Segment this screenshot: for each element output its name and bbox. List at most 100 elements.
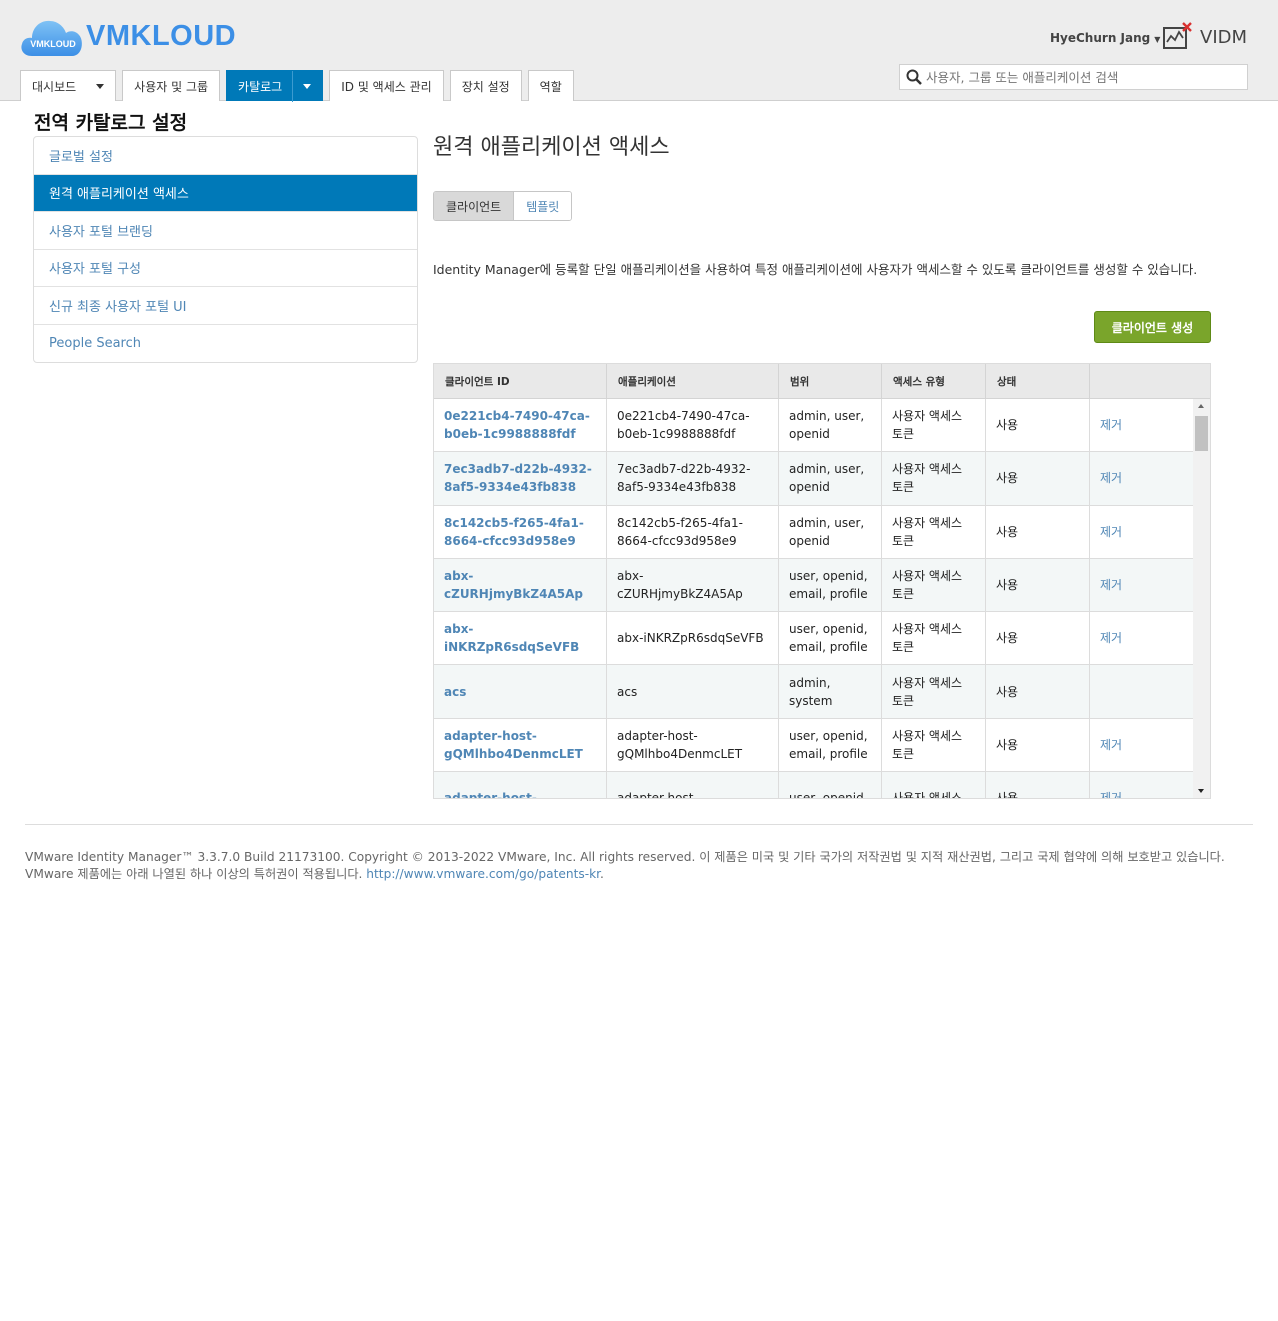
cell-access-type: 사용자 액세스 [882,772,986,798]
sidebar-menu: 글로벌 설정 원격 애플리케이션 액세스 사용자 포털 브랜딩 사용자 포털 구… [33,136,418,363]
cell-client-id[interactable]: adapter-host- [434,772,607,798]
footer-text: VMware Identity Manager™ 3.3.7.0 Build 2… [25,850,1225,881]
cell-client-id[interactable]: abx-cZURHjmyBkZ4A5Ap [434,558,607,612]
app-name[interactable]: VIDM [1200,27,1247,48]
cell-scope: admin, system [779,665,882,718]
tab-divider [292,70,294,102]
cell-status: 사용 [986,399,1090,452]
cell-client-id[interactable]: 8c142cb5-f265-4fa1-8664-cfcc93d958e9 [434,505,607,558]
search-icon [906,69,922,85]
sidebar-item-portal-branding[interactable]: 사용자 포털 브랜딩 [34,212,417,250]
cell-application: adapter-host- [607,772,779,798]
cell-scope: user, openid, email, profile [779,718,882,772]
sidebar-item-remote-app-access[interactable]: 원격 애플리케이션 액세스 [34,174,417,212]
cell-status: 사용 [986,612,1090,665]
cell-scope: user, openid, email, profile [779,612,882,665]
table-row: abx-iNKRZpR6sdqSeVFB abx-iNKRZpR6sdqSeVFB… [434,612,1210,666]
tab-label: 카탈로그 [238,79,283,94]
cell-status: 사용 [986,452,1090,505]
scroll-down-arrow-icon[interactable] [1198,789,1204,793]
cell-status: 사용 [986,772,1090,798]
sidebar-item-global-settings[interactable]: 글로벌 설정 [34,137,417,175]
user-name: HyeChurn Jang [1050,31,1151,45]
table-row: adapter-host-adapter-host-user, openid, 사… [434,772,1210,798]
cell-client-id[interactable]: adapter-host-gQMlhbo4DenmcLET [434,718,607,772]
cell-application: abx-iNKRZpR6sdqSeVFB [607,612,779,665]
cell-status: 사용 [986,505,1090,558]
col-application[interactable]: 애플리케이션 [607,364,779,398]
table-row: abx-cZURHjmyBkZ4A5Ap abx-cZURHjmyBkZ4A5Ap… [434,558,1210,613]
tab-label: 역할 [539,79,562,94]
col-actions [1090,364,1198,398]
cell-client-id[interactable]: 0e221cb4-7490-47ca-b0eb-1c9988888fdf [434,399,607,452]
col-access-type[interactable]: 액세스 유형 [882,364,986,398]
table-row: 7ec3adb7-d22b-4932-8af5-9334e43fb838 7ec3… [434,452,1210,506]
segment-clients[interactable]: 클라이언트 [434,192,515,220]
tab-identity-access[interactable]: ID 및 액세스 관리 [329,70,444,101]
cell-client-id[interactable]: abx-iNKRZpR6sdqSeVFB [434,612,607,665]
user-menu[interactable]: HyeChurn Jang ▼ [1050,31,1160,45]
footer-end: . [600,867,604,881]
remove-link[interactable]: 제거 [1090,506,1195,558]
scroll-thumb[interactable] [1195,416,1208,451]
remove-link[interactable]: 제거 [1090,612,1195,664]
table-scrollbar[interactable] [1193,399,1210,798]
cell-access-type: 사용자 액세스 토큰 [882,399,986,452]
cell-access-type: 사용자 액세스 토큰 [882,612,986,665]
cell-scope: user, openid, email, profile [779,558,882,612]
tab-users-groups[interactable]: 사용자 및 그룹 [122,70,221,101]
tab-roles[interactable]: 역할 [527,70,574,101]
tab-label: 대시보드 [32,79,77,94]
cell-access-type: 사용자 액세스 토큰 [882,505,986,558]
caret-down-icon[interactable] [303,83,312,89]
cell-scope: admin, user, openid [779,452,882,505]
tab-devices[interactable]: 장치 설정 [449,70,522,101]
cell-status: 사용 [986,665,1090,718]
app-monitor-icon[interactable] [1163,22,1193,50]
remove-link[interactable]: 제거 [1090,399,1195,451]
create-client-button[interactable]: 클라이언트 생성 [1094,311,1211,343]
scroll-up-arrow-icon[interactable] [1198,404,1204,408]
table-body: 0e221cb4-7490-47ca-b0eb-1c9988888fdf 0e22… [434,399,1210,798]
tab-label: 사용자 및 그룹 [134,79,209,94]
cell-client-id[interactable]: acs [434,665,607,718]
remove-link[interactable]: 제거 [1090,719,1195,771]
cell-application: 7ec3adb7-d22b-4932-8af5-9334e43fb838 [607,452,779,505]
page-title: 원격 애플리케이션 액세스 [433,135,670,160]
caret-down-icon[interactable] [96,83,105,89]
remove-link[interactable] [1090,665,1195,717]
remove-link[interactable]: 제거 [1090,559,1195,611]
sidebar-item-people-search[interactable]: People Search [34,325,417,363]
cell-scope: admin, user, openid [779,399,882,452]
segment-templates[interactable]: 템플릿 [514,192,572,220]
cell-application: abx-cZURHjmyBkZ4A5Ap [607,558,779,612]
search-input[interactable] [926,69,1226,85]
col-scope[interactable]: 범위 [779,364,882,398]
cell-application: 8c142cb5-f265-4fa1-8664-cfcc93d958e9 [607,505,779,558]
cell-client-id[interactable]: 7ec3adb7-d22b-4932-8af5-9334e43fb838 [434,452,607,505]
table-row: 0e221cb4-7490-47ca-b0eb-1c9988888fdf 0e22… [434,399,1210,453]
search-box[interactable] [899,64,1248,90]
tab-label: ID 및 액세스 관리 [341,79,432,94]
patents-link[interactable]: http://www.vmware.com/go/patents-kr [366,867,600,881]
cell-scope: user, openid, [779,772,882,798]
remove-link[interactable]: 제거 [1090,772,1195,798]
tab-dashboard[interactable]: 대시보드 [20,70,117,101]
view-toggle: 클라이언트 템플릿 [433,191,573,221]
sidebar-item-portal-config[interactable]: 사용자 포털 구성 [34,250,417,287]
table-row: acs acs admin, system 사용자 액세스 토큰 사용 [434,665,1210,719]
col-client-id[interactable]: 클라이언트 ID [434,364,607,398]
sidebar-item-new-portal-ui[interactable]: 신규 최종 사용자 포털 UI [34,287,417,325]
brand-name[interactable]: VMKLOUD [86,20,236,53]
col-status[interactable]: 상태 [986,364,1090,398]
main-nav: 대시보드 사용자 및 그룹 카탈로그 ID 및 액세스 관리 장치 설정 역할 [20,70,580,102]
cell-access-type: 사용자 액세스 토큰 [882,665,986,718]
remove-link[interactable]: 제거 [1090,452,1195,504]
tab-catalog[interactable]: 카탈로그 [226,70,324,102]
cloud-logo-icon[interactable]: VMKLOUD [20,16,84,58]
cell-application: adapter-host-gQMlhbo4DenmcLET [607,718,779,772]
table-row: adapter-host-gQMlhbo4DenmcLET adapter-hos… [434,718,1210,773]
logo-badge-text: VMKLOUD [30,39,76,49]
cell-status: 사용 [986,718,1090,772]
app-header: VMKLOUD VMKLOUD HyeChurn Jang ▼ VIDM 대시보드… [0,0,1278,102]
